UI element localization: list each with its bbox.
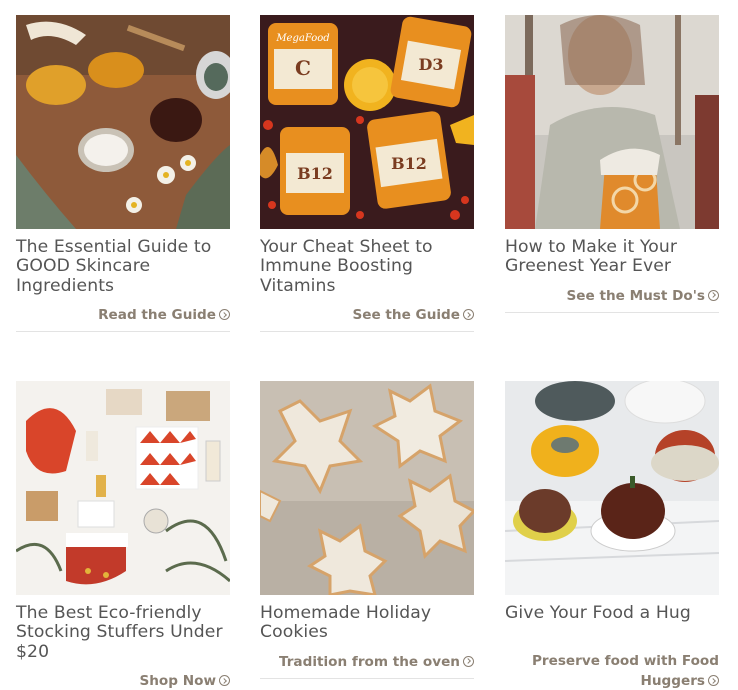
shop-now-link[interactable]: Shop Now <box>16 671 230 690</box>
card-title[interactable]: Your Cheat Sheet to Immune Boosting Vita… <box>260 237 474 296</box>
card-image-holiday-cookies[interactable] <box>260 381 474 595</box>
svg-text:B12: B12 <box>391 154 427 173</box>
divider <box>505 311 719 313</box>
cta-label: See the Must Do's <box>566 287 706 304</box>
circle-arrow-right-icon <box>463 309 474 321</box>
preserve-food-link[interactable]: Preserve food with Food Huggers <box>505 651 719 690</box>
card-image-skincare-ingredients[interactable] <box>16 15 230 229</box>
card-image-food-huggers[interactable] <box>505 381 719 595</box>
card-title[interactable]: Homemade Holiday Cookies <box>260 603 474 643</box>
cta-label: Read the Guide <box>98 307 216 324</box>
cta-label: See the Guide <box>352 307 460 324</box>
card-title[interactable]: Give Your Food a Hug <box>505 603 719 623</box>
cta-label: Preserve food with Food Huggers <box>531 653 719 690</box>
card-title[interactable]: The Best Eco-friendly Stocking Stuffers … <box>16 603 230 662</box>
article-card: C D3 B12 B12 MegaFood Your Cheat Sheet t… <box>260 15 474 333</box>
article-card: Give Your Food a Hug Preserve food with … <box>505 381 719 690</box>
svg-text:D3: D3 <box>418 55 443 74</box>
card-image-greenest-year[interactable] <box>505 15 719 229</box>
card-title[interactable]: How to Make it Your Greenest Year Ever <box>505 237 719 277</box>
circle-arrow-right-icon <box>219 675 230 687</box>
tradition-link[interactable]: Tradition from the oven <box>260 652 474 672</box>
circle-arrow-right-icon <box>708 289 719 301</box>
cta-label: Shop Now <box>139 673 216 690</box>
card-title[interactable]: The Essential Guide to GOOD Skincare Ing… <box>16 237 230 296</box>
divider <box>260 331 474 333</box>
circle-arrow-right-icon <box>463 655 474 667</box>
article-card: How to Make it Your Greenest Year Ever S… <box>505 15 719 313</box>
article-card: Homemade Holiday Cookies Tradition from … <box>260 381 474 679</box>
see-guide-link[interactable]: See the Guide <box>260 305 474 325</box>
circle-arrow-right-icon <box>708 675 719 687</box>
read-guide-link[interactable]: Read the Guide <box>16 305 230 325</box>
card-image-immune-vitamins[interactable]: C D3 B12 B12 MegaFood <box>260 15 474 229</box>
cta-label: Tradition from the oven <box>278 653 460 670</box>
divider <box>260 677 474 679</box>
svg-text:B12: B12 <box>297 164 333 183</box>
svg-text:C: C <box>295 56 311 80</box>
article-card: The Essential Guide to GOOD Skincare Ing… <box>16 15 230 333</box>
divider <box>16 331 230 333</box>
circle-arrow-right-icon <box>219 309 230 321</box>
card-image-stocking-stuffers[interactable] <box>16 381 230 595</box>
svg-text:MegaFood: MegaFood <box>275 33 329 44</box>
see-must-dos-link[interactable]: See the Must Do's <box>505 286 719 306</box>
article-card: The Best Eco-friendly Stocking Stuffers … <box>16 381 230 690</box>
